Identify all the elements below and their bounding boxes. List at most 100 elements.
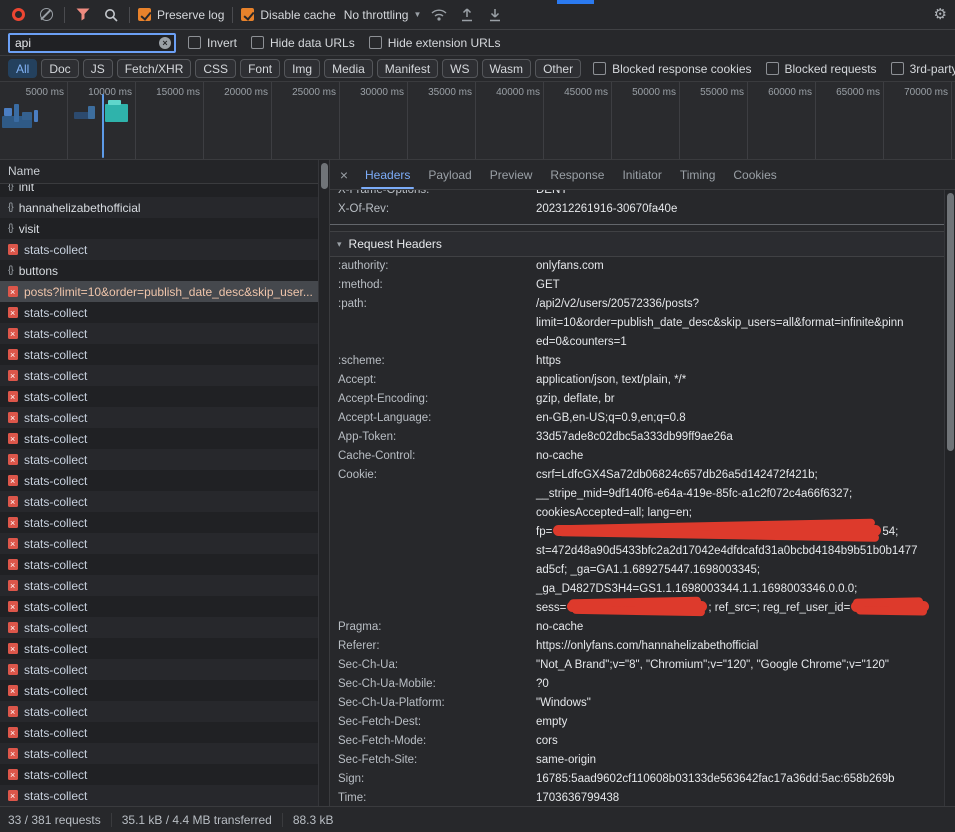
request-row[interactable]: stats-collect [0, 491, 329, 512]
request-row[interactable]: stats-collect [0, 239, 329, 260]
name-column-header[interactable]: Name [0, 160, 329, 184]
request-row[interactable]: stats-collect [0, 533, 329, 554]
request-row[interactable]: stats-collect [0, 617, 329, 638]
request-row[interactable]: stats-collect [0, 785, 329, 806]
request-row[interactable]: stats-collect [0, 680, 329, 701]
request-row[interactable]: stats-collect [0, 449, 329, 470]
disable-cache-checkbox[interactable]: Disable cache [241, 8, 335, 22]
request-row[interactable]: stats-collect [0, 743, 329, 764]
request-row[interactable]: stats-collect [0, 596, 329, 617]
blocked-response-cookies-checkbox[interactable]: Blocked response cookies [593, 62, 751, 76]
preserve-log-checkbox[interactable]: Preserve log [138, 8, 224, 22]
throttling-dropdown[interactable]: No throttling ▼ [344, 8, 422, 22]
settings-gear-icon[interactable]: ⚙ [934, 7, 947, 22]
request-name: stats-collect [24, 390, 314, 404]
toolbar-divider [64, 7, 65, 23]
advanced-filter-checkboxes: Blocked response cookies Blocked requests… [593, 62, 955, 76]
request-row[interactable]: stats-collect [0, 659, 329, 680]
hide-data-urls-checkbox[interactable]: Hide data URLs [251, 36, 355, 50]
request-row[interactable]: stats-collect [0, 512, 329, 533]
script-icon: {} [8, 184, 13, 192]
request-row[interactable]: stats-collect [0, 302, 329, 323]
tab-response[interactable]: Response [541, 160, 613, 189]
request-row[interactable]: stats-collect [0, 344, 329, 365]
record-button[interactable] [8, 4, 28, 26]
error-icon [8, 370, 18, 381]
checkbox-checked-icon [138, 8, 151, 21]
request-row[interactable]: stats-collect [0, 722, 329, 743]
header-name: App-Token: [338, 428, 536, 447]
clear-filter-icon[interactable]: × [159, 37, 171, 49]
tab-preview[interactable]: Preview [481, 160, 542, 189]
request-row[interactable]: stats-collect [0, 701, 329, 722]
request-row[interactable]: stats-collect [0, 470, 329, 491]
request-row[interactable]: {}buttons [0, 260, 329, 281]
3rd-party-requests-checkbox[interactable]: 3rd-party requests [891, 62, 955, 76]
request-headers-section[interactable]: ▾ Request Headers [330, 231, 944, 257]
filter-chip-fetch-xhr[interactable]: Fetch/XHR [117, 59, 192, 78]
search-button[interactable] [101, 4, 121, 26]
tab-payload[interactable]: Payload [419, 160, 480, 189]
filter-chip-wasm[interactable]: Wasm [482, 59, 532, 78]
close-details-button[interactable]: × [332, 160, 356, 189]
request-row[interactable]: stats-collect [0, 407, 329, 428]
request-row[interactable]: stats-collect [0, 554, 329, 575]
header-name: Accept: [338, 371, 536, 390]
import-har-button[interactable] [457, 4, 477, 26]
header-row: Cache-Control:no-cache [330, 447, 944, 466]
request-name: stats-collect [24, 495, 314, 509]
error-icon [8, 454, 18, 465]
error-icon [8, 307, 18, 318]
clear-button[interactable] [36, 4, 56, 26]
details-tabbar: × HeadersPayloadPreviewResponseInitiator… [330, 160, 955, 190]
request-name: stats-collect [24, 474, 314, 488]
blocked-requests-label: Blocked requests [785, 62, 877, 76]
request-name: stats-collect [24, 348, 314, 362]
network-toolbar: Preserve log Disable cache No throttling… [0, 0, 955, 30]
filter-chip-font[interactable]: Font [240, 59, 280, 78]
tab-cookies[interactable]: Cookies [724, 160, 785, 189]
filter-chip-doc[interactable]: Doc [41, 59, 78, 78]
request-row[interactable]: stats-collect [0, 323, 329, 344]
filter-chip-media[interactable]: Media [324, 59, 373, 78]
hide-extension-urls-checkbox[interactable]: Hide extension URLs [369, 36, 501, 50]
request-row[interactable]: posts?limit=10&order=publish_date_desc&s… [0, 281, 329, 302]
request-row[interactable]: stats-collect [0, 428, 329, 449]
filter-chip-other[interactable]: Other [535, 59, 581, 78]
filter-chip-css[interactable]: CSS [195, 59, 236, 78]
error-icon [8, 328, 18, 339]
request-row[interactable]: stats-collect [0, 386, 329, 407]
request-headers-list: :authority:onlyfans.com:method:GET:path:… [330, 257, 944, 806]
error-icon [8, 706, 18, 717]
invert-checkbox[interactable]: Invert [188, 36, 237, 50]
filter-input[interactable] [15, 36, 159, 50]
filter-chip-ws[interactable]: WS [442, 59, 477, 78]
details-scrollbar-thumb[interactable] [947, 193, 954, 451]
request-row[interactable]: {}init [0, 184, 329, 197]
request-row[interactable]: stats-collect [0, 638, 329, 659]
timeline-tick-label: 70000 ms [904, 87, 948, 98]
filter-chip-manifest[interactable]: Manifest [377, 59, 438, 78]
header-value: cors [536, 732, 944, 751]
header-name: Cache-Control: [338, 447, 536, 466]
request-row[interactable]: stats-collect [0, 575, 329, 596]
tab-timing[interactable]: Timing [671, 160, 725, 189]
filter-chip-img[interactable]: Img [284, 59, 320, 78]
request-row[interactable]: stats-collect [0, 764, 329, 785]
timeline-overview[interactable]: 5000 ms10000 ms15000 ms20000 ms25000 ms3… [0, 82, 955, 160]
error-icon [8, 244, 18, 255]
list-scrollbar-thumb[interactable] [321, 163, 328, 189]
network-conditions-button[interactable] [429, 4, 449, 26]
request-row[interactable]: {}hannahelizabethofficial [0, 197, 329, 218]
blocked-requests-checkbox[interactable]: Blocked requests [766, 62, 877, 76]
filter-chip-js[interactable]: JS [83, 59, 113, 78]
request-row[interactable]: stats-collect [0, 365, 329, 386]
tab-initiator[interactable]: Initiator [613, 160, 670, 189]
chevron-down-icon: ▼ [413, 10, 421, 19]
export-har-button[interactable] [485, 4, 505, 26]
header-value: 202312261916-30670fa40e [536, 200, 944, 219]
request-row[interactable]: {}visit [0, 218, 329, 239]
filter-chip-all[interactable]: All [8, 59, 37, 78]
filter-toggle-button[interactable] [73, 4, 93, 26]
tab-headers[interactable]: Headers [356, 160, 419, 189]
